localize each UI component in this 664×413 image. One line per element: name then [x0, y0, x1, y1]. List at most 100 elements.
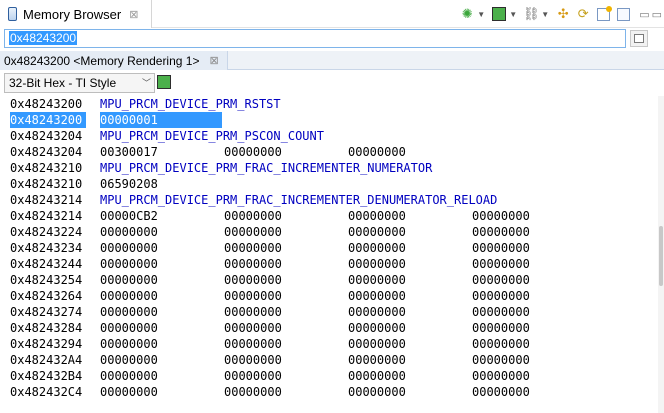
value-cell[interactable]: 00000000	[224, 224, 282, 240]
value-cell[interactable]: 00000000	[348, 224, 406, 240]
chip-icon[interactable]	[157, 75, 171, 89]
chevron-down-icon[interactable]: ▼	[509, 10, 517, 19]
format-select[interactable]: 32-Bit Hex - TI Style ﹀	[4, 73, 155, 93]
memory-row[interactable]: 0x48243244 00000000 00000000 00000000 000000…	[0, 256, 658, 272]
memory-row[interactable]: 0x48243274 00000000 00000000 00000000 000000…	[0, 304, 658, 320]
value-cell[interactable]: 00000000	[224, 336, 282, 352]
close-icon[interactable]: ⊠	[129, 8, 138, 21]
gear-icon[interactable]: ✺	[459, 6, 475, 22]
register-row[interactable]: 0x48243210 MPU_PRCM_DEVICE_PRM_FRAC_INCRE…	[0, 160, 658, 176]
value-cell[interactable]: 00000000	[100, 304, 158, 320]
value-cell[interactable]: 00000000	[100, 384, 158, 400]
value-cell[interactable]: 00000000	[348, 256, 406, 272]
value-cell[interactable]: 00000000	[348, 384, 406, 400]
view-header: Memory Browser ⊠ ✺ ▼ ▼ ⛓ ▼ ✣ ⟳ ▭▭	[0, 0, 664, 28]
memory-row[interactable]: 0x48243234 00000000 00000000 00000000 000000…	[0, 240, 658, 256]
memory-row[interactable]: 0x48243210 06590208	[0, 176, 658, 192]
go-icon	[634, 34, 644, 43]
value-cell[interactable]: 00000000	[348, 208, 406, 224]
memory-row[interactable]: 0x482432C4 00000000 00000000 00000000 000000…	[0, 384, 658, 400]
value-cell[interactable]: 00000000	[348, 352, 406, 368]
tab-memory-rendering[interactable]: 0x48243200 <Memory Rendering 1> ⊠	[0, 51, 228, 70]
value-cell[interactable]: 00000000	[224, 256, 282, 272]
memory-row[interactable]: 0x48243294 00000000 00000000 00000000 000000…	[0, 336, 658, 352]
format-select-value: 32-Bit Hex - TI Style	[9, 76, 117, 90]
vertical-scrollbar[interactable]	[658, 96, 664, 413]
value-cell[interactable]: 00000000	[348, 336, 406, 352]
value-cell[interactable]: 00000000	[348, 272, 406, 288]
memory-row[interactable]: 0x48243264 00000000 00000000 00000000 000000…	[0, 288, 658, 304]
tool-b-icon[interactable]: ⟳	[575, 6, 591, 22]
value-cell[interactable]: 00000000	[472, 368, 530, 384]
value-cell[interactable]: 00000000	[224, 240, 282, 256]
value-cell[interactable]: 00000000	[100, 336, 158, 352]
chevron-down-icon[interactable]: ▼	[541, 10, 549, 19]
value-cell[interactable]: 00000000	[472, 304, 530, 320]
value-cell[interactable]: 00000000	[472, 384, 530, 400]
memory-row[interactable]: 0x48243224 00000000 00000000 00000000 000000…	[0, 224, 658, 240]
value-cell[interactable]: 00000000	[100, 256, 158, 272]
value-cell[interactable]: 00000000	[348, 240, 406, 256]
chain-icon[interactable]: ⛓	[523, 6, 540, 22]
memory-browser-tab[interactable]: Memory Browser ⊠	[0, 0, 152, 28]
value-cell[interactable]: 00000001	[100, 112, 222, 128]
value-cell[interactable]: 00000000	[224, 320, 282, 336]
value-cell[interactable]: 00000000	[100, 320, 158, 336]
value-cell[interactable]: 00000000	[100, 288, 158, 304]
value-cell[interactable]: 00000000	[348, 368, 406, 384]
scrollbar-thumb[interactable]	[659, 226, 663, 286]
register-row[interactable]: 0x48243214 MPU_PRCM_DEVICE_PRM_FRAC_INCRE…	[0, 192, 658, 208]
value-cell[interactable]: 00000000	[100, 352, 158, 368]
address-input[interactable]: 0x48243200	[4, 29, 626, 48]
value-cell[interactable]: 06590208	[100, 176, 158, 192]
value-cell[interactable]: 00000000	[100, 224, 158, 240]
memory-table[interactable]: 0x48243200 MPU_PRCM_DEVICE_PRM_RSTST 0x482…	[0, 96, 658, 400]
value-cell[interactable]: 00300017	[100, 144, 158, 160]
value-cell[interactable]: 00000000	[472, 288, 530, 304]
go-button[interactable]	[630, 30, 648, 47]
value-cell[interactable]: 00000000	[472, 240, 530, 256]
value-cell[interactable]: 00000000	[224, 304, 282, 320]
value-cell[interactable]: 00000000	[224, 384, 282, 400]
value-cell[interactable]: 00000000	[472, 336, 530, 352]
memory-row[interactable]: 0x482432A4 00000000 00000000 00000000 000000…	[0, 352, 658, 368]
address-input-value: 0x48243200	[9, 31, 78, 45]
value-cell[interactable]: 00000000	[472, 272, 530, 288]
register-row[interactable]: 0x48243200 MPU_PRCM_DEVICE_PRM_RSTST	[0, 96, 658, 112]
new-rendering-icon[interactable]	[595, 5, 612, 22]
value-cell[interactable]: 00000000	[224, 208, 282, 224]
minimize-maximize-icon[interactable]: ▭▭	[639, 8, 664, 21]
memory-row[interactable]: 0x48243254 00000000 00000000 00000000 000000…	[0, 272, 658, 288]
chevron-down-icon: ﹀	[141, 78, 151, 88]
close-icon[interactable]: ⊠	[209, 54, 218, 67]
value-cell[interactable]: 00000000	[224, 352, 282, 368]
chip-icon[interactable]	[491, 6, 507, 22]
export-icon[interactable]	[615, 6, 631, 22]
value-cell[interactable]: 00000000	[348, 320, 406, 336]
value-cell[interactable]: 00000000	[348, 144, 406, 160]
value-cell[interactable]: 00000000	[348, 304, 406, 320]
memory-row[interactable]: 0x48243214 00000CB2 00000000 00000000 000000…	[0, 208, 658, 224]
value-cell[interactable]: 00000000	[348, 288, 406, 304]
value-cell[interactable]: 00000000	[472, 352, 530, 368]
value-cell[interactable]: 00000000	[472, 208, 530, 224]
value-cell[interactable]: 00000000	[224, 272, 282, 288]
value-cell[interactable]: 00000000	[224, 368, 282, 384]
value-cell[interactable]: 00000CB2	[100, 208, 158, 224]
memory-row[interactable]: 0x482432B4 00000000 00000000 00000000 000000…	[0, 368, 658, 384]
memory-row[interactable]: 0x48243200 00000001	[0, 112, 658, 128]
register-row[interactable]: 0x48243204 MPU_PRCM_DEVICE_PRM_PSCON_COUN…	[0, 128, 658, 144]
value-cell[interactable]: 00000000	[472, 320, 530, 336]
value-cell[interactable]: 00000000	[224, 288, 282, 304]
chevron-down-icon[interactable]: ▼	[477, 10, 485, 19]
memory-row[interactable]: 0x48243284 00000000 00000000 00000000 000000…	[0, 320, 658, 336]
value-cell[interactable]: 00000000	[472, 256, 530, 272]
value-cell[interactable]: 00000000	[472, 224, 530, 240]
value-cell[interactable]: 00000000	[100, 240, 158, 256]
value-cell[interactable]: 00000000	[100, 272, 158, 288]
memory-row[interactable]: 0x48243204 00300017 00000000 00000000	[0, 144, 658, 160]
tool-a-icon[interactable]: ✣	[555, 6, 571, 22]
address-row: 0x48243200	[0, 28, 664, 50]
value-cell[interactable]: 00000000	[100, 368, 158, 384]
value-cell[interactable]: 00000000	[224, 144, 282, 160]
